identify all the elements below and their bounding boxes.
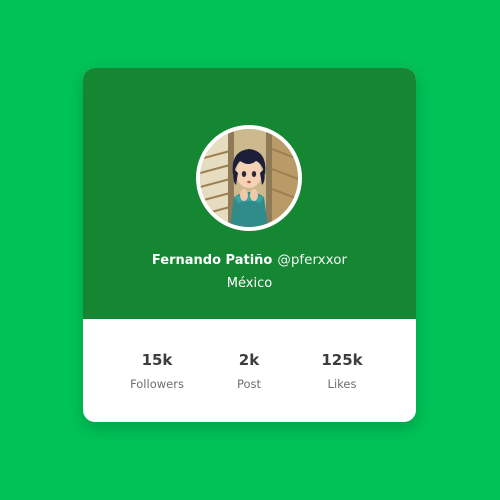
avatar-ring bbox=[196, 125, 302, 231]
stat-followers-value: 15k bbox=[141, 351, 173, 369]
stat-followers[interactable]: 15k Followers bbox=[112, 350, 202, 391]
profile-stats: 15k Followers 2k Post 125k Likes bbox=[83, 350, 416, 391]
stat-posts[interactable]: 2k Post bbox=[204, 350, 294, 391]
stat-likes-label: Likes bbox=[327, 377, 357, 391]
avatar[interactable] bbox=[200, 129, 298, 227]
profile-name-line: Fernando Patiño @pferxxor bbox=[83, 252, 416, 268]
profile-location: México bbox=[226, 276, 273, 291]
profile-card: Fernando Patiño @pferxxor México 15k Foll… bbox=[83, 68, 416, 422]
avatar-illustration bbox=[200, 129, 298, 227]
profile-card-header: Fernando Patiño @pferxxor México bbox=[83, 68, 416, 319]
stat-likes-value: 125k bbox=[321, 351, 363, 369]
profile-name: Fernando Patiño bbox=[151, 253, 273, 268]
stat-followers-label: Followers bbox=[130, 377, 184, 391]
stat-posts-label: Post bbox=[236, 377, 262, 391]
stat-posts-value: 2k bbox=[238, 351, 260, 369]
stat-likes[interactable]: 125k Likes bbox=[297, 350, 387, 391]
profile-handle[interactable]: @pferxxor bbox=[277, 252, 347, 268]
